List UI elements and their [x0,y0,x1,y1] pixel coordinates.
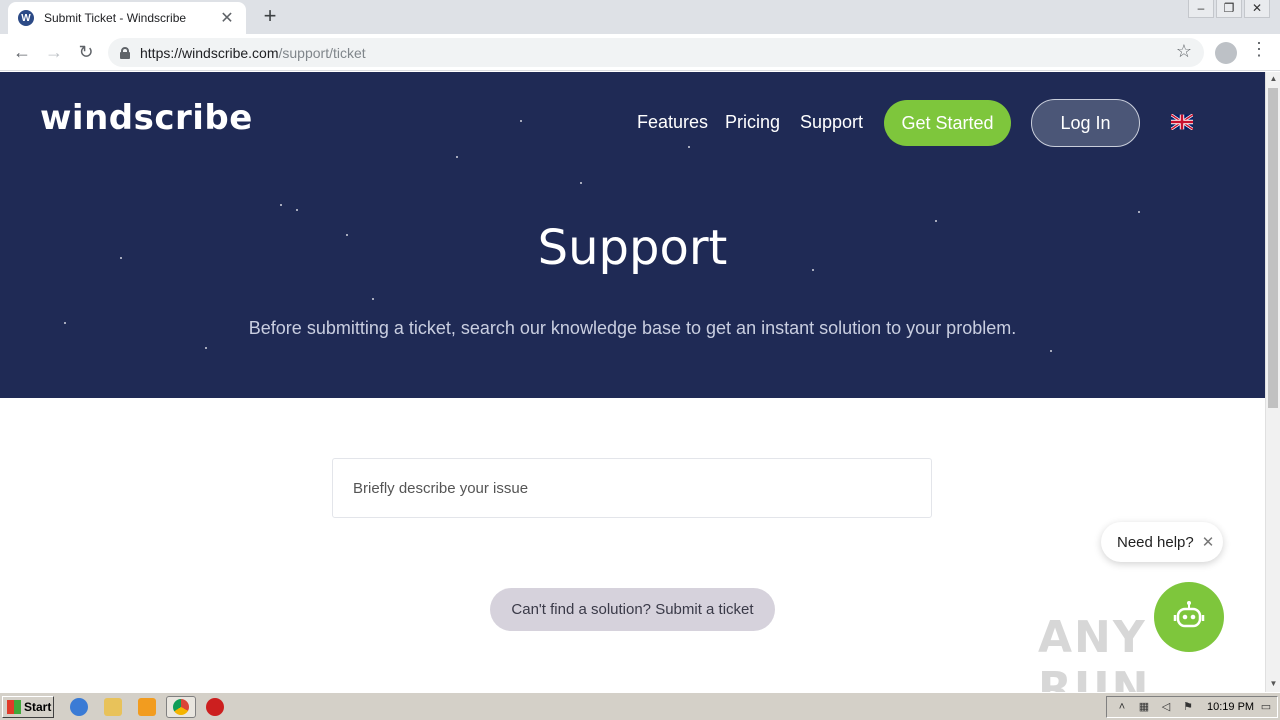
need-help-text: Need help? [1117,533,1194,551]
reload-icon[interactable]: ↻ [74,40,98,64]
windows-taskbar: Start ˄ ▦ ◁ ⚑ 10:19 PM ▭ [0,692,1280,720]
start-button[interactable]: Start [2,696,54,718]
nav-pricing[interactable]: Pricing [725,112,780,133]
start-label: Start [24,700,52,714]
star-decoration [688,146,690,148]
window-controls: ‒ ❐ ✕ [1186,0,1270,18]
tray-expand-icon[interactable]: ˄ [1115,700,1129,714]
opera-icon[interactable] [206,698,224,716]
chrome-icon [173,699,189,715]
star-decoration [1050,350,1052,352]
back-arrow-icon[interactable]: ← [10,40,34,64]
window-close-icon[interactable]: ✕ [1244,0,1270,18]
windows-logo-icon [7,700,21,714]
address-bar[interactable]: https://windscribe.com/support/ticket ☆ [108,38,1204,67]
restore-icon[interactable]: ❐ [1216,0,1242,18]
lock-icon [120,46,130,59]
star-decoration [205,347,207,349]
network-icon[interactable]: ▦ [1137,700,1151,714]
internet-explorer-icon[interactable] [70,698,88,716]
anyrun-watermark: ANY RUN [1038,612,1151,692]
hero-section: windscribe Features Pricing Support Get … [0,72,1265,398]
star-decoration [456,156,458,158]
submit-ticket-button[interactable]: Can't find a solution? Submit a ticket [490,588,775,631]
scroll-up-icon[interactable]: ▲ [1266,72,1280,86]
nav-features[interactable]: Features [637,112,708,133]
chrome-taskbar-button[interactable] [166,696,196,718]
browser-tab[interactable]: W Submit Ticket - Windscribe ✕ [8,2,246,34]
tab-title: Submit Ticket - Windscribe [44,11,187,25]
star-decoration [280,204,282,206]
forward-arrow-icon[interactable]: → [42,40,66,64]
media-player-icon[interactable] [138,698,156,716]
profile-avatar-icon[interactable] [1215,42,1237,64]
url-text: https://windscribe.com/support/ticket [140,45,366,61]
url-host: https://windscribe.com [140,44,279,61]
browser-tab-bar: W Submit Ticket - Windscribe ✕ + ‒ ❐ ✕ [0,0,1280,34]
scroll-down-icon[interactable]: ▼ [1266,677,1280,691]
browser-toolbar: ← → ↻ https://windscribe.com/support/tic… [0,34,1280,71]
robot-icon [1173,601,1205,628]
page-title: Support [537,220,728,276]
browser-menu-icon[interactable]: ⋮ [1250,39,1268,60]
tab-close-icon[interactable]: ✕ [218,8,236,28]
volume-icon[interactable]: ◁ [1159,700,1173,714]
clock: 10:19 PM [1207,701,1255,713]
show-desktop-icon[interactable]: ▭ [1259,700,1273,714]
windscribe-favicon-icon: W [18,10,34,26]
star-decoration [1138,211,1140,213]
bookmark-star-icon[interactable]: ☆ [1176,41,1192,62]
new-tab-button[interactable]: + [258,4,282,28]
get-started-button[interactable]: Get Started [884,100,1011,146]
explorer-folder-icon[interactable] [104,698,122,716]
url-path: /support/ticket [278,44,366,61]
system-tray: ˄ ▦ ◁ ⚑ 10:19 PM ▭ [1106,696,1278,718]
star-decoration [580,182,582,184]
minimize-icon[interactable]: ‒ [1188,0,1214,18]
chatbot-launcher-button[interactable] [1154,582,1224,652]
need-help-bubble[interactable]: Need help? ✕ [1101,522,1223,562]
star-decoration [520,120,522,122]
windscribe-logo[interactable]: windscribe [40,98,253,138]
page-scrollbar[interactable]: ▲ ▼ [1265,72,1280,692]
log-in-button[interactable]: Log In [1031,99,1140,147]
uk-flag-icon[interactable] [1171,114,1193,130]
star-decoration [372,298,374,300]
star-decoration [296,209,298,211]
scroll-thumb[interactable] [1268,88,1278,408]
flag-notification-icon[interactable]: ⚑ [1181,700,1195,714]
web-page: windscribe Features Pricing Support Get … [0,72,1265,692]
nav-support[interactable]: Support [800,112,863,133]
page-subtitle: Before submitting a ticket, search our k… [248,318,1017,338]
issue-search-input[interactable] [332,458,932,518]
close-icon[interactable]: ✕ [1202,533,1215,551]
